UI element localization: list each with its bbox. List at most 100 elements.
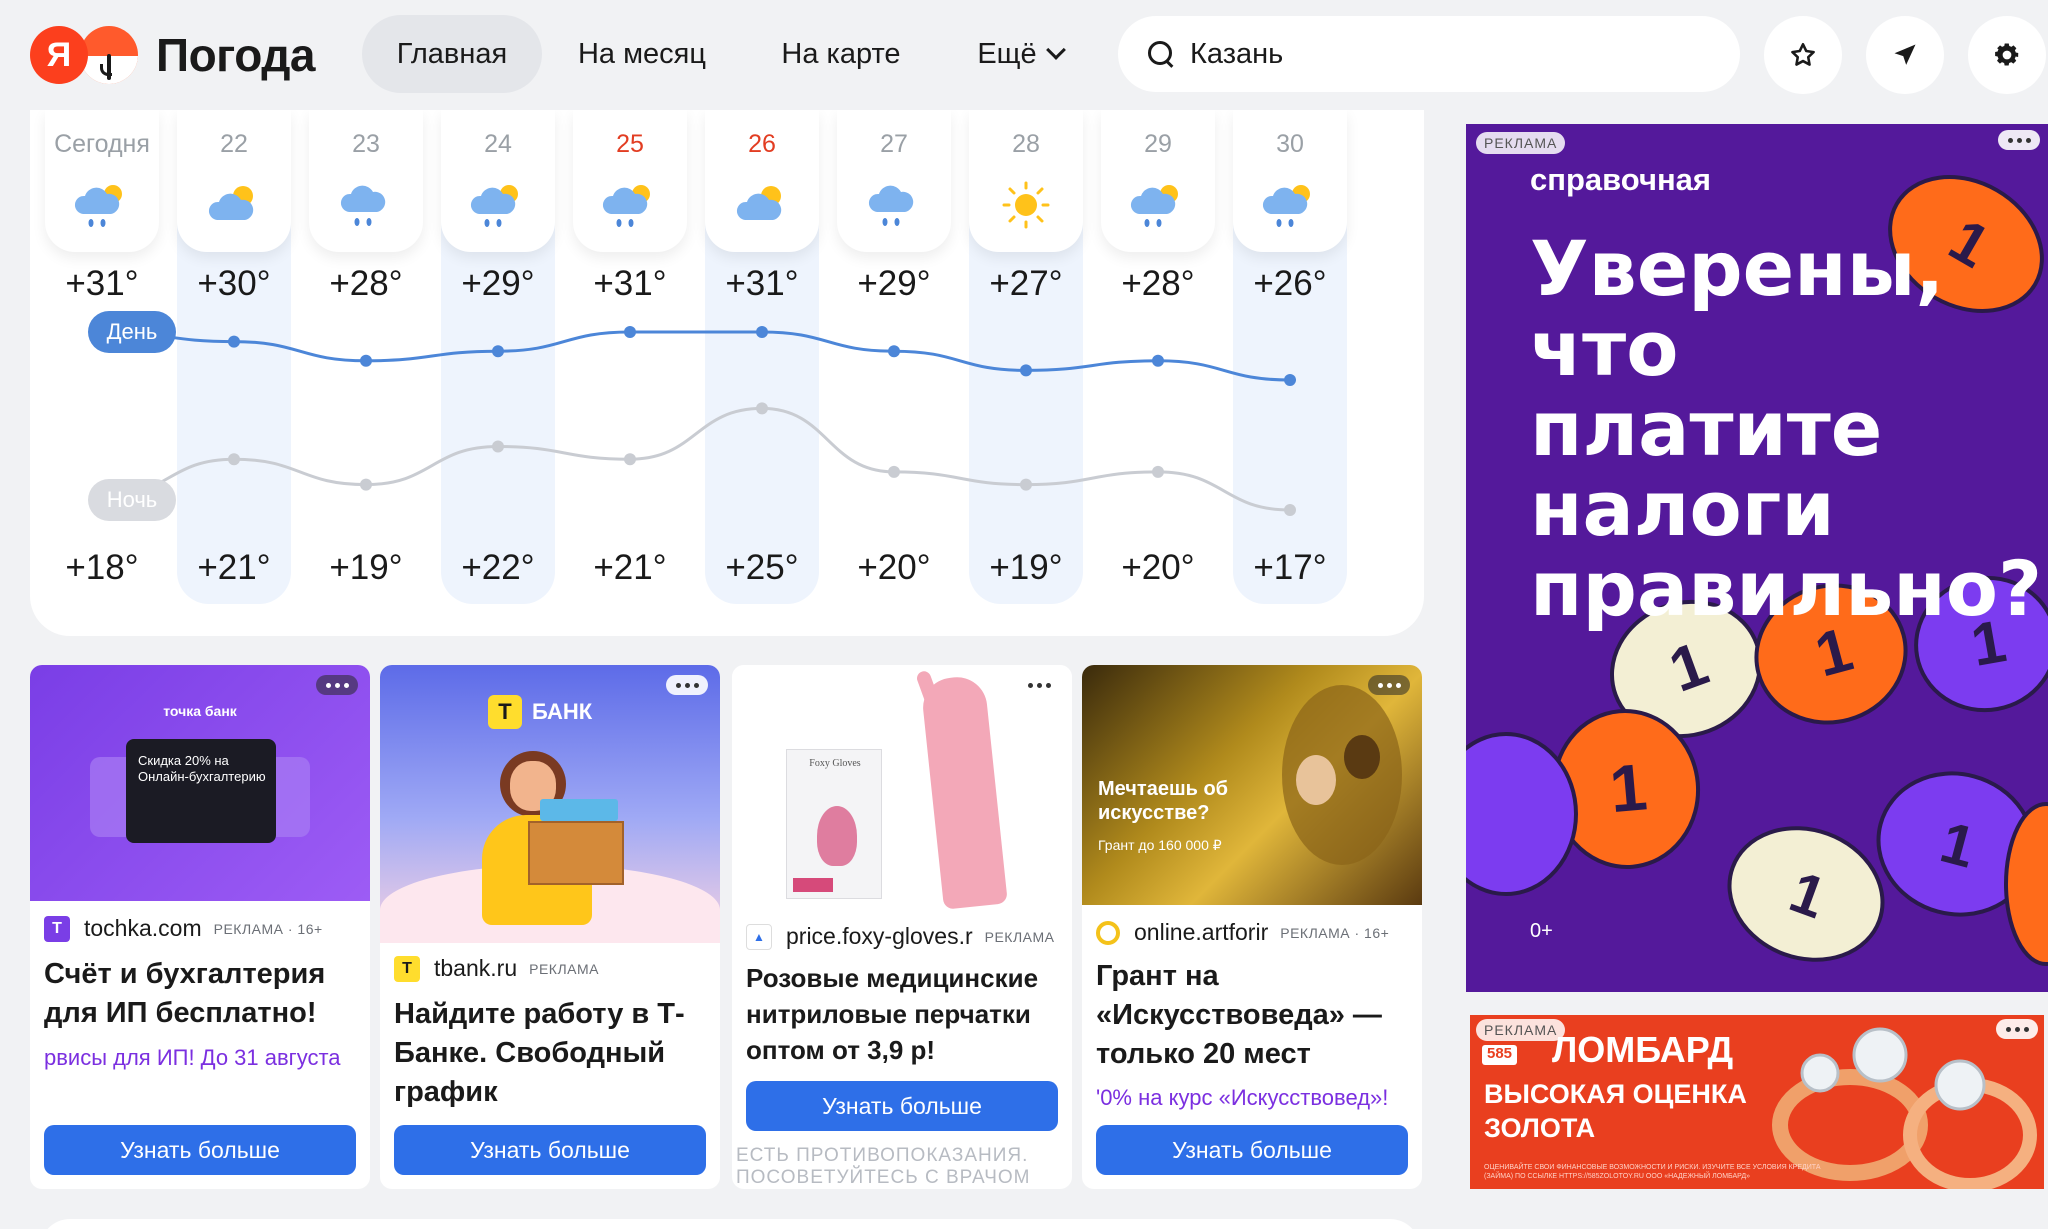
ad-tag: РЕКЛАМА [529, 960, 599, 977]
ad-tag: РЕКЛАМА · 16+ [1280, 924, 1390, 941]
ad-menu-dots[interactable] [316, 675, 358, 695]
chevron-down-icon [1045, 40, 1066, 60]
ad-source: ▲ price.foxy-gloves.r РЕКЛАМА [746, 923, 1054, 950]
day-temperature: +28° [329, 264, 403, 303]
ad-source: T tochka.com РЕКЛАМА · 16+ [44, 915, 323, 942]
day-label: 29 [1144, 130, 1172, 158]
tochka-logo-icon: T [44, 915, 70, 942]
night-temperature: +22° [461, 548, 535, 587]
next-section-card [40, 1219, 1420, 1229]
rain-cloud-icon [868, 185, 914, 226]
gold-585-badge: 585 [1482, 1045, 1518, 1065]
learn-more-button[interactable]: Узнать больше [394, 1125, 706, 1175]
day-tile[interactable]: 29 [1101, 110, 1215, 252]
cloud-sun-icon [736, 186, 782, 220]
ad-image[interactable]: Foxy Gloves [732, 665, 1072, 915]
night-pill: Ночь [88, 479, 176, 521]
day-temperature: +29° [461, 264, 535, 303]
search-box[interactable] [1118, 16, 1740, 92]
ad-banner-spravochnaya[interactable]: 1 1 1 1 1 1 1 РЕКЛАМА справочная Уверены… [1466, 124, 2048, 992]
location-button[interactable] [1866, 16, 1944, 94]
ad-title[interactable]: Розовые медицинские нитриловые перчатки … [746, 960, 1066, 1068]
nav-month[interactable]: На месяц [562, 15, 722, 93]
day-tile[interactable]: 26 [705, 110, 819, 252]
nav-main[interactable]: Главная [362, 15, 542, 93]
night-temperature: +19° [989, 548, 1063, 587]
day-temperature: +31° [593, 264, 667, 303]
ad-brand: справочная [1530, 162, 1712, 197]
ad-title[interactable]: Счёт и бухгалтерия для ИП бесплатно! [44, 955, 364, 1033]
night-temperature-point [624, 453, 636, 466]
ad-tag: РЕКЛАМА · 16+ [213, 920, 323, 937]
night-temperature-point [888, 465, 900, 478]
day-tile[interactable]: 24 [441, 110, 555, 252]
ad-card-tochka[interactable]: точка банк Скидка 20% на Онлайн-бухгалте… [30, 665, 370, 1189]
ad-menu-dots[interactable] [1998, 130, 2040, 150]
day-temperature: +31° [725, 264, 799, 303]
day-temperature: +26° [1253, 264, 1327, 303]
ad-title[interactable]: Найдите работу в Т-Банке. Свободный граф… [394, 995, 714, 1112]
tbank-logo-icon: T [394, 955, 420, 982]
night-temperature: +25° [725, 548, 799, 587]
ad-menu-dots[interactable] [1996, 1019, 2038, 1039]
ad-label: РЕКЛАМА [1476, 132, 1566, 154]
search-input[interactable] [1190, 37, 1710, 71]
day-tile[interactable]: 22 [177, 110, 291, 252]
day-tile[interactable]: 30 [1233, 110, 1347, 252]
nav-more-dropdown[interactable]: Ещё [955, 15, 1085, 93]
day-temperature-point [624, 326, 636, 338]
location-arrow-icon [1894, 44, 1916, 65]
medical-disclaimer: ЕСТЬ ПРОТИВОПОКАЗАНИЯ. ПОСОВЕТУЙТЕСЬ С В… [736, 1145, 1031, 1188]
day-tile[interactable]: 28 [969, 110, 1083, 252]
nav-main-label: Главная [396, 37, 508, 70]
glove-box-image: Foxy Gloves [786, 749, 882, 899]
ad-image[interactable]: точка банк Скидка 20% на Онлайн-бухгалте… [30, 665, 370, 901]
ad-image[interactable]: Мечтаешь об искусстве? Грант до 160 000 … [1082, 665, 1422, 905]
ad-card-artforir[interactable]: Мечтаешь об искусстве? Грант до 160 000 … [1082, 665, 1422, 1189]
day-tile[interactable]: 27 [837, 110, 951, 252]
artforir-logo-icon [1096, 920, 1120, 945]
learn-more-button[interactable]: Узнать больше [1096, 1125, 1408, 1175]
night-temperature-point [1152, 465, 1164, 478]
day-label: 30 [1276, 130, 1304, 158]
ad-card-foxy-gloves[interactable]: Foxy Gloves ▲ price.foxy-gloves.r РЕКЛАМ… [732, 665, 1072, 1189]
umbrella-logo-icon [80, 26, 138, 84]
day-tile[interactable]: Сегодня [45, 110, 159, 252]
learn-more-button[interactable]: Узнать больше [44, 1125, 356, 1175]
ad-subtitle: рвисы для ИП! До 31 августа [44, 1045, 341, 1070]
foxy-logo-icon: ▲ [746, 923, 772, 950]
yandex-weather-logo[interactable]: Я Погода [30, 26, 316, 84]
age-rating: 0+ [1530, 920, 1553, 942]
settings-button[interactable] [1968, 16, 2046, 94]
ad-menu-dots[interactable] [1368, 675, 1410, 695]
day-tile[interactable]: 25 [573, 110, 687, 252]
ad-card-tbank[interactable]: T БАНК T tbank.ru РЕКЛАМА Найдите работу… [380, 665, 720, 1189]
favorites-button[interactable] [1764, 16, 1842, 94]
ad-domain: tochka.com [84, 915, 202, 941]
night-temperature: +17° [1253, 548, 1327, 587]
ad-menu-dots[interactable] [1018, 675, 1060, 695]
rain-cloud-sun-icon [74, 185, 122, 227]
nav-map[interactable]: На карте [760, 15, 922, 93]
rain-cloud-icon [340, 185, 386, 226]
nav-map-label: На карте [781, 37, 901, 70]
ad-image-headline: Мечтаешь об искусстве? [1098, 778, 1229, 824]
day-tile[interactable]: 23 [309, 110, 423, 252]
day-label: Сегодня [54, 130, 150, 158]
box-illustration [528, 821, 624, 885]
rain-cloud-sun-icon [1262, 185, 1310, 227]
night-temperature: +18° [65, 548, 139, 587]
ad-image[interactable]: T БАНК [380, 665, 720, 943]
rain-cloud-sun-icon [1130, 185, 1178, 227]
rain-cloud-sun-icon [470, 185, 518, 227]
cloud-sun-icon [208, 186, 254, 220]
day-label: 26 [748, 130, 776, 158]
search-icon [1148, 41, 1174, 67]
day-temperature: +30° [197, 264, 271, 303]
ad-menu-dots[interactable] [666, 675, 708, 695]
learn-more-button[interactable]: Узнать больше [746, 1081, 1058, 1131]
ad-banner-lombard[interactable]: РЕКЛАМА 585 ЛОМБАРД ВЫСОКАЯ ОЦЕНКА ЗОЛОТ… [1470, 1015, 2044, 1189]
ad-fine-print: ОЦЕНИВАЙТЕ СВОИ ФИНАНСОВЫЕ ВОЗМОЖНОСТИ И… [1484, 1164, 1821, 1180]
ad-title[interactable]: Грант на «Искусствоведа» — только 20 мес… [1096, 957, 1416, 1074]
nav-month-label: На месяц [577, 37, 706, 70]
